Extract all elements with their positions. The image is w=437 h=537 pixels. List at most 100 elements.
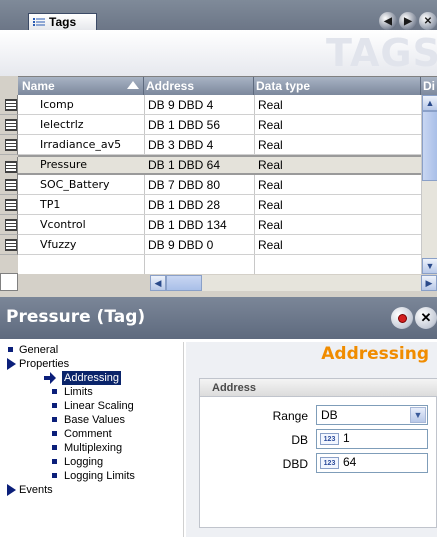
tree-item-base-values[interactable]: Base Values [4,413,183,427]
row-handle[interactable] [0,235,18,255]
cell-address: DB 3 DBD 4 [148,138,214,152]
tags-banner: TAGS [0,30,437,76]
column-header-label: Data type [256,79,311,93]
cell-address: DB 9 DBD 0 [148,238,214,252]
horizontal-scrollbar[interactable]: ◀ ▶ [150,275,437,291]
tree-item-linear-scaling[interactable]: Linear Scaling [4,399,183,413]
scroll-up-icon[interactable]: ▲ [422,95,437,111]
tag-row-icon [5,179,17,191]
tag-row-icon [5,199,17,211]
numeric-icon: 123 [320,457,339,469]
group-title: Address [200,379,437,397]
bullet-icon [52,459,57,464]
range-select[interactable]: DB ▼ [316,405,428,425]
db-label: DB [291,433,308,447]
table-row[interactable]: Vfuzzy DB 9 DBD 0 Real [0,235,421,255]
table-row-selected[interactable]: Pressure DB 1 DBD 64 Real [0,155,421,177]
row-handle[interactable] [0,157,18,177]
banner-title: TAGS [326,31,437,75]
db-field[interactable]: 123 1 [316,429,428,449]
next-icon[interactable]: ▶ [399,12,417,30]
column-header-label: Di [423,79,435,93]
dbd-label: DBD [282,457,308,471]
row-handle[interactable] [0,175,18,195]
column-header-name[interactable]: Name [18,77,144,95]
cell-name: Icomp [40,98,74,111]
cell-name: TP1 [40,198,61,211]
numeric-icon: 123 [320,433,339,445]
table-row[interactable]: Ielectrlz DB 1 DBD 56 Real [0,115,421,135]
bullet-icon [52,403,57,408]
row-handle[interactable] [0,195,18,215]
tree-item-multiplexing[interactable]: Multiplexing [4,441,183,455]
cell-address: DB 1 DBD 28 [148,198,221,212]
tree-item-label: General [19,344,59,356]
tab-tags[interactable]: Tags [28,13,97,30]
tree-item-label: Properties [19,358,70,370]
scroll-left-icon[interactable]: ◀ [150,275,166,291]
properties-title: Pressure (Tag) [6,307,146,327]
chevron-down-icon[interactable]: ▼ [410,407,426,423]
cell-data-type: Real [258,178,283,192]
cell-name: Ielectrlz [40,118,84,131]
tree-item-logging[interactable]: Logging [4,455,183,469]
cell-data-type: Real [258,98,283,112]
tree-item-addressing[interactable]: Addressing [4,371,183,385]
tag-row-icon [5,139,17,151]
tree-item-logging-limits[interactable]: Logging Limits [4,469,183,483]
scroll-right-icon[interactable]: ▶ [421,275,437,291]
properties-window: Pressure (Tag) ✕ General Properties Addr… [0,297,437,537]
property-tree: General Properties Addressing Limits Lin… [4,342,184,537]
db-value: 1 [343,431,350,445]
cell-data-type: Real [258,138,283,152]
horizontal-scroll-thumb[interactable] [166,275,202,291]
section-title: Addressing [321,344,429,364]
tree-item-general[interactable]: General [4,343,183,357]
column-header-data-type[interactable]: Data type [254,77,421,95]
dbd-row: DBD 123 64 [200,453,437,475]
bullet-icon [52,417,57,422]
vertical-scroll-thumb[interactable] [422,111,437,181]
close-icon[interactable]: ✕ [415,307,437,329]
column-header-address[interactable]: Address [144,77,254,95]
tree-item-limits[interactable]: Limits [4,385,183,399]
row-handle[interactable] [0,215,18,235]
tree-item-label: Multiplexing [64,442,123,454]
tags-list-icon [33,17,45,27]
table-row[interactable]: Icomp DB 9 DBD 4 Real [0,95,421,115]
new-row-handle[interactable] [0,273,18,291]
vertical-scrollbar[interactable]: ▲ ▼ [421,95,437,274]
scroll-down-icon[interactable]: ▼ [422,258,437,274]
table-row[interactable]: SOC_Battery DB 7 DBD 80 Real [0,175,421,195]
cell-address: DB 1 DBD 56 [148,118,221,132]
expanded-icon [7,358,16,370]
cell-address: DB 9 DBD 4 [148,98,214,112]
tree-item-comment[interactable]: Comment [4,427,183,441]
close-icon[interactable]: ✕ [419,12,437,30]
tree-item-label: Base Values [64,414,125,426]
pin-icon[interactable] [391,307,413,329]
tag-row-icon [5,119,17,131]
cell-data-type: Real [258,198,283,212]
tree-item-properties[interactable]: Properties [4,357,183,371]
table-row[interactable]: TP1 DB 1 DBD 28 Real [0,195,421,215]
row-handle[interactable] [0,115,18,135]
table-footer: ◀ ▶ [18,274,437,292]
column-header-di[interactable]: Di [421,77,437,95]
tags-table: Name Address Data type Di Icomp DB 9 DBD… [0,76,437,292]
tag-row-icon [5,161,17,173]
row-handle[interactable] [0,135,18,155]
dbd-field[interactable]: 123 64 [316,453,428,473]
tree-item-label: Comment [64,428,112,440]
properties-header: Pressure (Tag) ✕ [0,297,437,339]
cell-data-type: Real [258,218,283,232]
table-row[interactable]: Vcontrol DB 1 DBD 134 Real [0,215,421,235]
previous-icon[interactable]: ◀ [379,12,397,30]
table-row[interactable]: Irradiance_av5 DB 3 DBD 4 Real [0,135,421,155]
bullet-icon [52,445,57,450]
bullet-icon [8,347,13,352]
tree-item-events[interactable]: Events [4,483,183,497]
row-handle[interactable] [0,95,18,115]
tree-item-label: Logging [64,456,104,468]
cell-name: SOC_Battery [40,178,110,191]
